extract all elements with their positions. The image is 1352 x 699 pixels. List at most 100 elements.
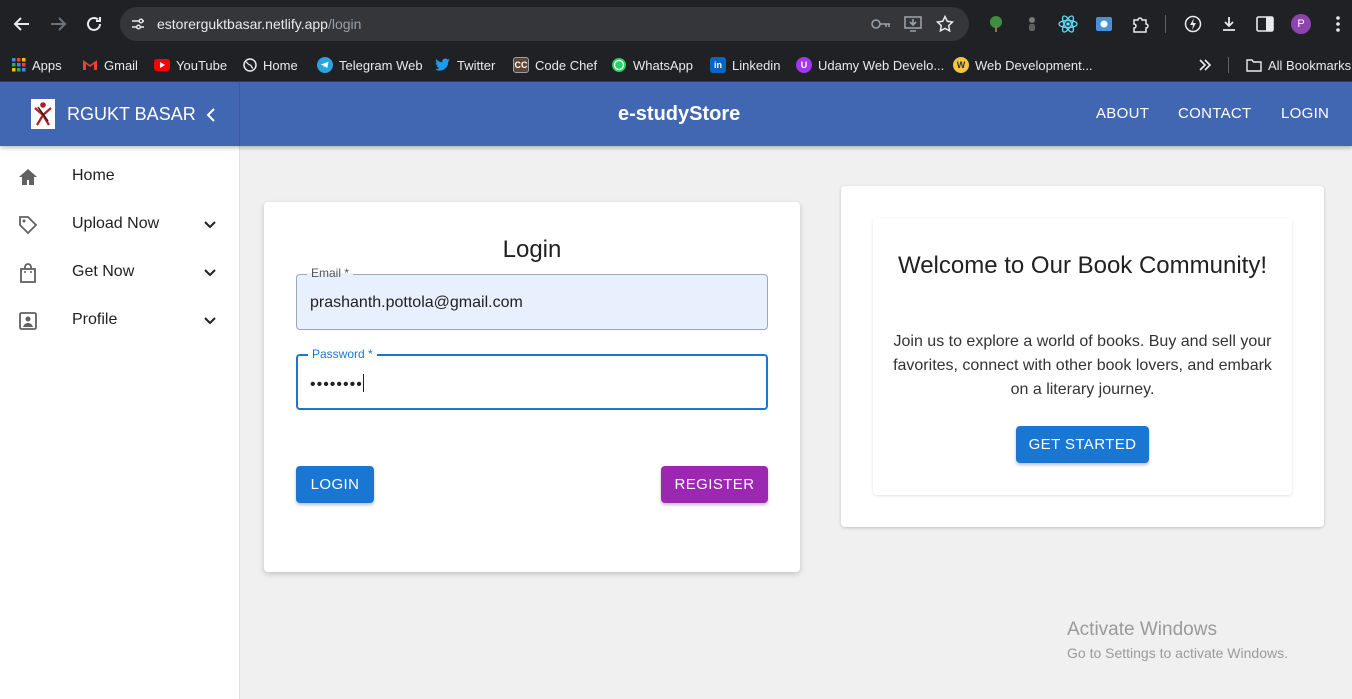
codechef-icon: CC [513,57,529,73]
login-card: Login Email * prashanth.pottola@gmail.co… [264,202,800,572]
telegram-icon [317,57,333,73]
bookmark-whatsapp[interactable]: WhatsApp [611,54,693,76]
welcome-title: Welcome to Our Book Community! [897,252,1267,279]
bookmark-label: Twitter [457,57,496,73]
tree-extension-icon[interactable] [985,13,1007,35]
bookmark-linkedin[interactable]: in Linkedin [710,54,780,76]
twitter-icon [435,58,450,71]
screen-capture-icon[interactable] [1093,13,1115,35]
email-label: Email * [307,266,354,280]
bookmark-label: Web Development... [975,57,1093,73]
more-menu-icon[interactable] [1327,13,1349,35]
drop-extension-icon[interactable] [1021,13,1043,35]
login-title: Login [502,236,562,263]
text-caret [362,374,364,392]
bookmarks-divider [1228,57,1229,73]
chevron-down-icon[interactable] [200,263,220,283]
url-text[interactable]: estorerguktbasar.netlify.app/login [157,16,361,32]
all-bookmarks-button[interactable]: All Bookmarks [1246,54,1351,76]
side-panel-icon[interactable] [1254,13,1276,35]
email-value[interactable]: prashanth.pottola@gmail.com [310,294,523,312]
nav-login[interactable]: LOGIN [1281,105,1329,122]
nav-contact[interactable]: CONTACT [1178,105,1251,122]
bookmark-star-icon[interactable] [935,14,955,34]
bookmark-label: Linkedin [732,57,781,73]
apps-grid-icon [12,58,26,72]
address-bar[interactable]: estorerguktbasar.netlify.app/login [120,7,969,41]
sidebar-item-label: Get Now [72,263,135,280]
email-field[interactable]: Email * prashanth.pottola@gmail.com [296,266,768,330]
site-info-icon[interactable] [128,14,148,34]
bookmark-telegram[interactable]: Telegram Web [317,54,423,76]
bookmark-label: Apps [32,57,62,73]
forward-button[interactable] [46,12,70,36]
register-button[interactable]: REGISTER [661,466,768,503]
welcome-text: Join us to explore a world of books. Buy… [893,333,1272,398]
bookmark-twitter[interactable]: Twitter [435,54,495,76]
bookmarks-bar: Apps Gmail YouTube Home Telegram Web Twi… [0,48,1352,82]
reload-button[interactable] [82,12,106,36]
bookmark-gmail[interactable]: Gmail [82,54,138,76]
brand-name: RGUKT BASAR [67,104,196,124]
windows-activation-watermark: Activate Windows Go to Settings to activ… [1067,619,1288,661]
sidebar-item-get-now[interactable]: Get Now [0,250,239,298]
sidebar: Home Upload Now Get Now Profile [0,146,240,699]
drawer-header: RGUKT BASAR [0,82,240,146]
bookmarks-overflow-button[interactable] [1198,54,1212,76]
collapse-drawer-button[interactable] [200,104,222,126]
sidebar-item-label: Upload Now [72,215,160,232]
bookmark-home[interactable]: Home [243,54,298,76]
react-devtools-icon[interactable] [1057,13,1079,35]
home-icon [17,166,39,188]
all-bookmarks-label: All Bookmarks [1268,57,1352,73]
watermark-subtitle: Go to Settings to activate Windows. [1067,645,1288,661]
rgukt-logo-icon [31,99,55,129]
bookmark-label: YouTube [176,57,228,73]
downloads-icon[interactable] [1218,13,1240,35]
password-value-wrapper[interactable]: •••••••• [310,374,364,394]
shopping-bag-icon [17,262,39,284]
globe-icon [243,58,257,72]
nav-about[interactable]: ABOUT [1096,105,1149,122]
linkedin-icon: in [710,57,726,73]
gmail-icon [83,60,97,70]
password-value: •••••••• [310,376,363,393]
bookmark-youtube[interactable]: YouTube [154,54,227,76]
profile-icon [17,310,39,332]
back-button[interactable] [10,12,34,36]
bookmark-web-dev[interactable]: W Web Development... [953,54,1093,76]
double-chevron-icon [1199,59,1212,71]
profile-avatar[interactable]: P [1291,14,1311,34]
password-field[interactable]: Password * •••••••• [296,347,768,410]
site-title: e-studyStore [618,103,741,125]
bookmark-codechef[interactable]: CC Code Chef [513,54,597,76]
chevron-down-icon[interactable] [200,311,220,331]
bookmark-label: Gmail [104,57,138,73]
udemy-icon: U [796,57,812,73]
app-bar: RGUKT BASAR e-studyStore ABOUT CONTACT L… [0,82,1352,146]
password-key-icon[interactable] [871,14,891,34]
chevron-down-icon[interactable] [200,215,220,235]
folder-icon [1246,59,1262,72]
password-label: Password * [308,347,377,361]
web-dev-icon: W [953,57,969,73]
get-started-button[interactable]: GET STARTED [1016,426,1149,463]
sidebar-item-upload-now[interactable]: Upload Now [0,202,239,250]
extensions-puzzle-icon[interactable] [1129,13,1151,35]
install-app-icon[interactable] [903,14,923,34]
toolbar-divider [1165,15,1166,33]
bookmark-apps[interactable]: Apps [12,54,62,76]
browser-toolbar: estorerguktbasar.netlify.app/login P [0,0,1352,48]
sidebar-item-profile[interactable]: Profile [0,298,239,346]
bookmark-udemy[interactable]: U Udamy Web Develo... [796,54,944,76]
welcome-card: Welcome to Our Book Community! Join us t… [873,218,1292,495]
app-root: RGUKT BASAR e-studyStore ABOUT CONTACT L… [0,82,1352,699]
performance-icon[interactable] [1182,13,1204,35]
chevron-left-icon [206,108,215,122]
sidebar-item-label: Home [72,167,115,184]
sidebar-item-home[interactable]: Home [0,154,239,202]
welcome-panel: Welcome to Our Book Community! Join us t… [841,186,1324,527]
youtube-icon [154,59,170,71]
bookmark-label: Udamy Web Develo... [818,57,945,73]
login-button[interactable]: LOGIN [296,466,374,503]
